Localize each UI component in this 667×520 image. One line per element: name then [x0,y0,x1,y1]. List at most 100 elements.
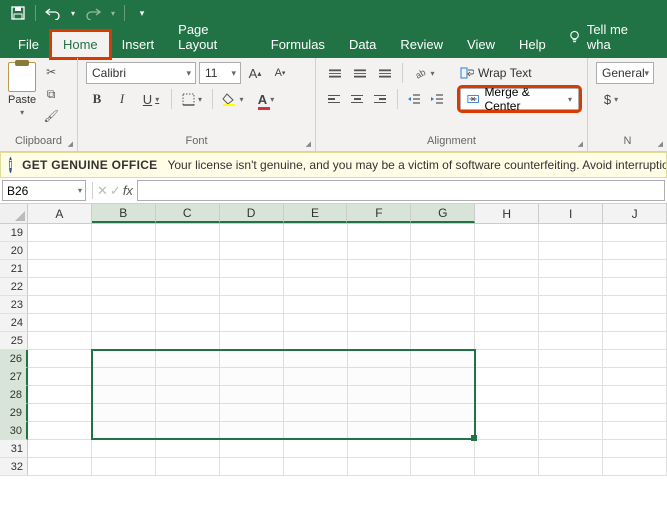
cell[interactable] [220,404,284,422]
cell[interactable] [539,260,603,278]
cell[interactable] [156,224,220,242]
cell[interactable] [411,224,475,242]
cell[interactable] [348,386,412,404]
cell[interactable] [28,368,92,386]
cell[interactable] [220,368,284,386]
customize-qat-icon[interactable]: ▾ [130,2,154,24]
cell[interactable] [539,368,603,386]
cell[interactable] [411,458,475,476]
row-header[interactable]: 31 [0,440,28,458]
cell[interactable] [220,350,284,368]
cell[interactable] [220,314,284,332]
column-header[interactable]: F [347,204,411,223]
row-header[interactable]: 21 [0,260,28,278]
cell[interactable] [284,242,348,260]
undo-icon[interactable] [41,2,65,24]
cell[interactable] [603,278,667,296]
column-header[interactable]: D [220,204,284,223]
insert-function-icon[interactable]: fx [123,183,133,198]
row-header[interactable]: 23 [0,296,28,314]
italic-button[interactable]: I [111,88,133,110]
cell[interactable] [348,422,412,440]
tab-formulas[interactable]: Formulas [259,31,337,58]
cell[interactable] [92,242,156,260]
cell[interactable] [284,350,348,368]
cell[interactable] [28,278,92,296]
cell[interactable] [92,278,156,296]
cell[interactable] [28,440,92,458]
row-header[interactable]: 24 [0,314,28,332]
cell[interactable] [475,260,539,278]
column-header[interactable]: I [539,204,603,223]
tab-view[interactable]: View [455,31,507,58]
wrap-text-button[interactable]: Wrap Text [453,62,539,84]
tab-review[interactable]: Review [388,31,455,58]
column-header[interactable]: J [603,204,667,223]
cell[interactable] [28,314,92,332]
row-header[interactable]: 25 [0,332,28,350]
column-header[interactable]: C [156,204,220,223]
decrease-font-icon[interactable]: A▾ [269,62,291,84]
cell[interactable] [284,458,348,476]
tab-data[interactable]: Data [337,31,388,58]
cell[interactable] [603,350,667,368]
format-painter-icon[interactable]: 🖌 [40,106,62,126]
accounting-format-icon[interactable]: $ [596,88,626,110]
borders-icon[interactable] [177,88,207,110]
row-header[interactable]: 19 [0,224,28,242]
cell[interactable] [156,242,220,260]
decrease-indent-icon[interactable] [403,88,423,110]
cell[interactable] [603,422,667,440]
cell[interactable] [539,386,603,404]
cut-icon[interactable]: ✂ [40,62,62,82]
cell[interactable] [92,350,156,368]
cell[interactable] [539,404,603,422]
cell[interactable] [603,368,667,386]
cell[interactable] [539,458,603,476]
cell[interactable] [539,296,603,314]
cell[interactable] [156,440,220,458]
align-middle-icon[interactable] [349,62,371,84]
cell[interactable] [284,440,348,458]
cell[interactable] [220,260,284,278]
cell[interactable] [348,278,412,296]
cell[interactable] [411,350,475,368]
name-box[interactable]: B26 ▾ [2,180,86,201]
row-header[interactable]: 28 [0,386,28,404]
cell[interactable] [28,242,92,260]
cell[interactable] [539,278,603,296]
cell[interactable] [539,242,603,260]
cell[interactable] [284,422,348,440]
cell[interactable] [92,440,156,458]
cell[interactable] [348,296,412,314]
cell[interactable] [475,368,539,386]
row-header[interactable]: 26 [0,350,28,368]
cell[interactable] [348,458,412,476]
cell[interactable] [539,422,603,440]
cell[interactable] [284,224,348,242]
cell[interactable] [411,332,475,350]
paste-button[interactable]: Paste ▾ [8,62,36,117]
align-left-icon[interactable] [324,88,344,110]
tab-page-layout[interactable]: Page Layout [166,16,259,58]
cell[interactable] [539,440,603,458]
font-name-combo[interactable]: Calibri [86,62,196,84]
cell[interactable] [28,404,92,422]
cell[interactable] [603,224,667,242]
cell[interactable] [156,296,220,314]
redo-dropdown-icon[interactable]: ▾ [107,2,119,24]
cell[interactable] [411,242,475,260]
cell[interactable] [411,404,475,422]
cell[interactable] [475,314,539,332]
cell[interactable] [28,296,92,314]
cell[interactable] [348,332,412,350]
cell[interactable] [28,224,92,242]
cell[interactable] [348,404,412,422]
cell[interactable] [475,296,539,314]
number-format-combo[interactable]: General [596,62,654,84]
cell[interactable] [156,422,220,440]
cell[interactable] [411,440,475,458]
cell[interactable] [411,314,475,332]
align-right-icon[interactable] [370,88,390,110]
cell[interactable] [603,458,667,476]
